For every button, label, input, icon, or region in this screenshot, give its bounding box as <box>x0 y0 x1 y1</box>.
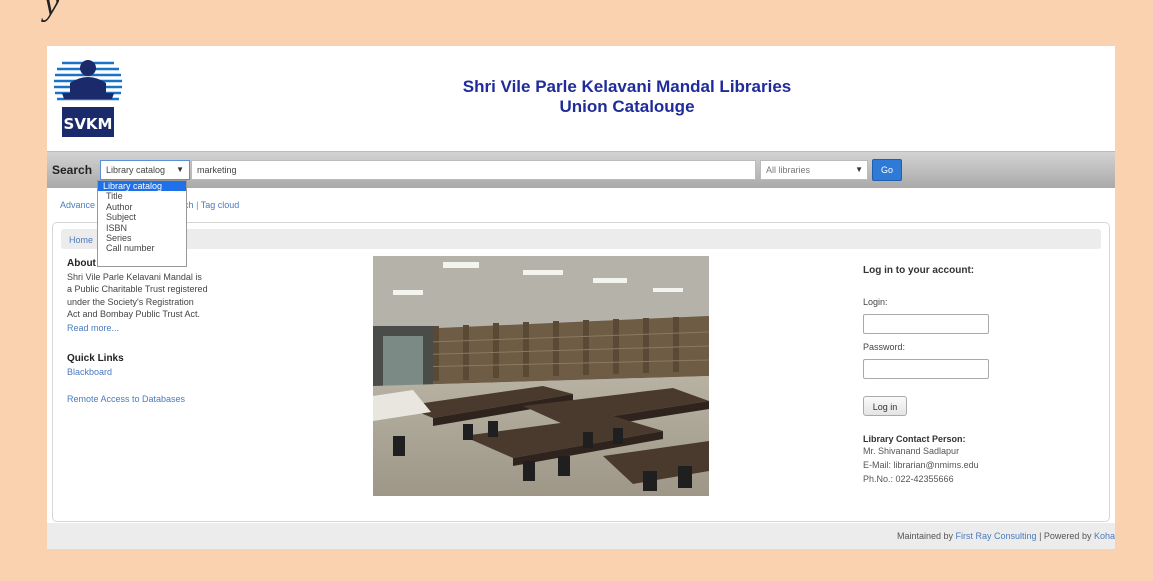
first-ray-consulting-link[interactable]: First Ray Consulting <box>956 531 1037 541</box>
breadcrumb: Home <box>61 229 1101 249</box>
browser-page: SVKM Shri Vile Parle Kelavani Mandal Lib… <box>47 46 1115 549</box>
site-title: Shri Vile Parle Kelavani Mandal Librarie… <box>347 77 907 117</box>
login-heading: Log in to your account: <box>863 265 975 276</box>
cropped-caption-glyph: y <box>44 0 60 23</box>
footer-maintained-prefix: Maintained by <box>896 531 954 541</box>
login-label: Login: <box>863 297 888 307</box>
library-select-value: All libraries <box>766 165 811 175</box>
about-line: Shri Vile Parle Kelavani Mandal is <box>67 272 202 282</box>
link-separator: | <box>196 200 199 210</box>
library-select[interactable]: All libraries ▼ <box>760 160 868 180</box>
dropdown-option-call-number[interactable]: Call number <box>98 243 186 253</box>
tag-cloud-link[interactable]: Tag cloud <box>201 200 240 210</box>
about-text: Shri Vile Parle Kelavani Mandal is a Pub… <box>67 271 227 320</box>
koha-link[interactable]: Koha <box>1094 531 1115 541</box>
dropdown-option-author[interactable]: Author <box>98 202 186 212</box>
footer-powered-prefix: | Powered by <box>1039 531 1092 541</box>
blackboard-link[interactable]: Blackboard <box>67 367 112 377</box>
page-footer: Maintained by First Ray Consulting | Pow… <box>47 523 1115 549</box>
site-title-line2: Union Catalouge <box>559 97 695 116</box>
search-bar: Search Library catalog ▼ marketing All l… <box>47 151 1115 188</box>
logo-text: SVKM <box>64 115 113 133</box>
read-more-link[interactable]: Read more... <box>67 323 119 333</box>
svkm-logo[interactable]: SVKM <box>52 53 124 143</box>
search-input-value: marketing <box>197 165 237 175</box>
search-label: Search <box>52 163 93 177</box>
about-line: a Public Charitable Trust registered <box>67 284 208 295</box>
breadcrumb-home-link[interactable]: Home <box>69 235 93 245</box>
site-header: SVKM Shri Vile Parle Kelavani Mandal Lib… <box>47 46 1115 150</box>
contact-heading: Library Contact Person: <box>863 434 966 444</box>
search-category-dropdown: Library catalog Title Author Subject ISB… <box>97 180 187 267</box>
dropdown-option-subject[interactable]: Subject <box>98 212 186 222</box>
dropdown-option-series[interactable]: Series <box>98 233 186 243</box>
go-button[interactable]: Go <box>872 159 902 181</box>
contact-name: Mr. Shivanand Sadlapur <box>863 446 960 456</box>
password-input[interactable] <box>863 359 989 379</box>
search-input[interactable]: marketing <box>191 160 756 180</box>
chevron-down-icon: ▼ <box>855 165 863 174</box>
library-reading-room-photo <box>373 256 709 496</box>
search-category-value: Library catalog <box>106 165 166 175</box>
login-button[interactable]: Log in <box>863 396 907 416</box>
quick-links-heading: Quick Links <box>67 353 124 364</box>
contact-email: E-Mail: librarian@nmims.edu <box>863 460 979 470</box>
password-label: Password: <box>863 342 906 352</box>
main-content: Home About S Shri Vile Parle Kelavani Ma… <box>52 222 1110 522</box>
dropdown-option-library-catalog[interactable]: Library catalog <box>98 181 186 192</box>
dropdown-option-title[interactable]: Title <box>98 191 186 201</box>
about-line: Act and Bombay Public Trust Act. <box>67 308 201 319</box>
chevron-down-icon: ▼ <box>176 165 184 174</box>
advanced-search-link[interactable]: Advance <box>60 200 95 210</box>
search-category-select[interactable]: Library catalog ▼ <box>100 160 190 180</box>
about-line: under the Society's Registration <box>67 296 194 307</box>
remote-access-link[interactable]: Remote Access to Databases <box>67 394 185 404</box>
login-input[interactable] <box>863 314 989 334</box>
site-title-line1: Shri Vile Parle Kelavani Mandal Librarie… <box>462 77 792 96</box>
contact-phone: Ph.No.: 022-42355666 <box>863 474 954 484</box>
dropdown-option-isbn[interactable]: ISBN <box>98 223 186 233</box>
